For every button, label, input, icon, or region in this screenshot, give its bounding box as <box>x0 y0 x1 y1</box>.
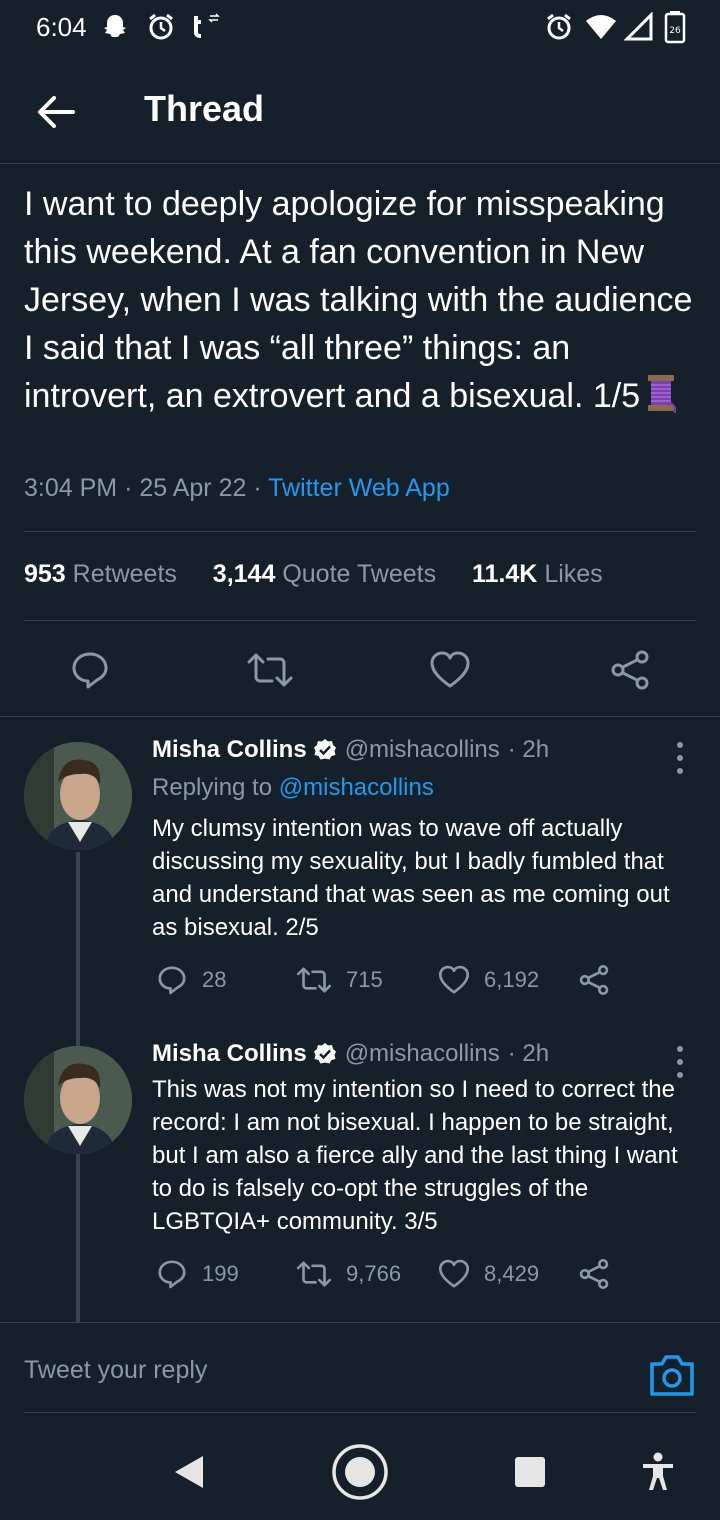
share-button[interactable] <box>578 1258 624 1290</box>
retweet-icon <box>247 653 293 687</box>
status-bar: 6:04 26 <box>0 0 720 56</box>
retweet-count: 715 <box>346 967 383 992</box>
reply-input[interactable]: Tweet your reply <box>24 1356 207 1385</box>
tweet-date: 25 Apr 22 <box>139 474 247 502</box>
share-icon <box>579 1258 609 1290</box>
retweet-icon <box>296 967 332 993</box>
like-button[interactable]: 8,429 <box>438 1258 539 1290</box>
main-tweet-body: I want to deeply apologize for misspeaki… <box>24 185 693 415</box>
share-button[interactable] <box>578 964 624 996</box>
snapchat-icon <box>100 10 130 44</box>
battery-icon: 26 <box>664 10 686 44</box>
reply-header: Misha Collins @mishacollins · 2h <box>152 1040 549 1068</box>
main-tweet-text: I want to deeply apologize for misspeaki… <box>24 180 696 420</box>
page-title: Thread <box>144 88 265 129</box>
like-count: 8,429 <box>484 1261 540 1286</box>
retweet-icon <box>296 1261 332 1287</box>
nav-recents-button[interactable] <box>508 1440 552 1504</box>
share-icon <box>611 650 649 690</box>
verified-badge-icon <box>313 1043 336 1064</box>
triangle-back-icon <box>175 1456 203 1488</box>
tweet-meta: 3:04 PM · 25 Apr 22 · Twitter Web App <box>24 474 450 502</box>
svg-text:26: 26 <box>669 26 681 36</box>
thread-spool-icon <box>648 375 677 413</box>
author-name[interactable]: Misha Collins <box>152 736 307 764</box>
tumblr-icon <box>188 10 222 44</box>
replying-to: Replying to @mishacollins <box>152 774 434 801</box>
tweet-age: · 2h <box>507 1040 550 1067</box>
tweet-stats: 953 Retweets 3,144 Quote Tweets 11.4K Li… <box>24 560 603 589</box>
alarm-icon <box>544 10 574 44</box>
wifi-icon <box>584 10 618 44</box>
retweet-button[interactable] <box>246 646 294 694</box>
nav-home-button[interactable] <box>330 1440 390 1504</box>
tweet-age: · 2h <box>507 736 550 763</box>
quote-tweets-stat[interactable]: 3,144 Quote Tweets <box>213 560 436 588</box>
reply-icon <box>158 1260 186 1289</box>
verified-badge-icon <box>313 739 336 760</box>
more-options-button[interactable] <box>670 738 690 778</box>
signal-icon <box>624 10 654 44</box>
avatar[interactable] <box>24 742 132 850</box>
back-button[interactable] <box>30 86 82 138</box>
retweet-count: 9,766 <box>346 1261 402 1286</box>
reply-text: This was not my intention so I need to c… <box>152 1076 678 1235</box>
like-count: 6,192 <box>484 967 540 992</box>
like-button[interactable]: 6,192 <box>438 964 539 996</box>
status-time: 6:04 <box>36 12 87 42</box>
share-button[interactable] <box>606 646 654 694</box>
divider <box>24 531 696 532</box>
retweet-button[interactable]: 715 <box>296 964 383 996</box>
divider <box>0 716 720 717</box>
divider <box>24 1412 696 1413</box>
camera-icon <box>650 1355 694 1396</box>
tweet-source-link[interactable]: Twitter Web App <box>268 474 450 502</box>
accessibility-icon <box>643 1452 673 1490</box>
retweet-button[interactable]: 9,766 <box>296 1258 401 1290</box>
accessibility-button[interactable] <box>636 1440 680 1504</box>
reply-icon <box>158 966 186 995</box>
reply-button[interactable] <box>66 646 114 694</box>
retweets-stat[interactable]: 953 Retweets <box>24 560 177 588</box>
nav-back-button[interactable] <box>166 1440 210 1504</box>
likes-stat[interactable]: 11.4K Likes <box>472 560 603 588</box>
author-handle[interactable]: @mishacollins <box>345 736 500 764</box>
like-button[interactable] <box>426 646 474 694</box>
reply-text: My clumsy intention was to wave off actu… <box>152 815 670 941</box>
header: Thread <box>0 56 720 164</box>
reply-icon <box>72 652 108 689</box>
alarm-icon <box>146 10 176 44</box>
reply-button[interactable]: 28 <box>156 964 226 996</box>
tweet-time: 3:04 PM <box>24 474 118 502</box>
heart-icon <box>438 1259 470 1288</box>
reply-header: Misha Collins @mishacollins · 2h <box>152 736 549 764</box>
square-recents-icon <box>515 1457 545 1487</box>
share-icon <box>579 964 609 996</box>
heart-icon <box>430 651 470 688</box>
author-name[interactable]: Misha Collins <box>152 1040 307 1068</box>
divider <box>0 1322 720 1323</box>
reply-count: 199 <box>202 1261 239 1286</box>
circle-home-icon <box>332 1444 388 1500</box>
camera-button[interactable] <box>648 1352 696 1398</box>
avatar[interactable] <box>24 1046 132 1154</box>
replying-to-handle[interactable]: @mishacollins <box>279 774 434 801</box>
reply-count: 28 <box>202 967 227 992</box>
divider <box>24 620 696 621</box>
reply-button[interactable]: 199 <box>156 1258 239 1290</box>
author-handle[interactable]: @mishacollins <box>345 1040 500 1068</box>
heart-icon <box>438 965 470 994</box>
arrow-left-icon <box>38 96 75 128</box>
